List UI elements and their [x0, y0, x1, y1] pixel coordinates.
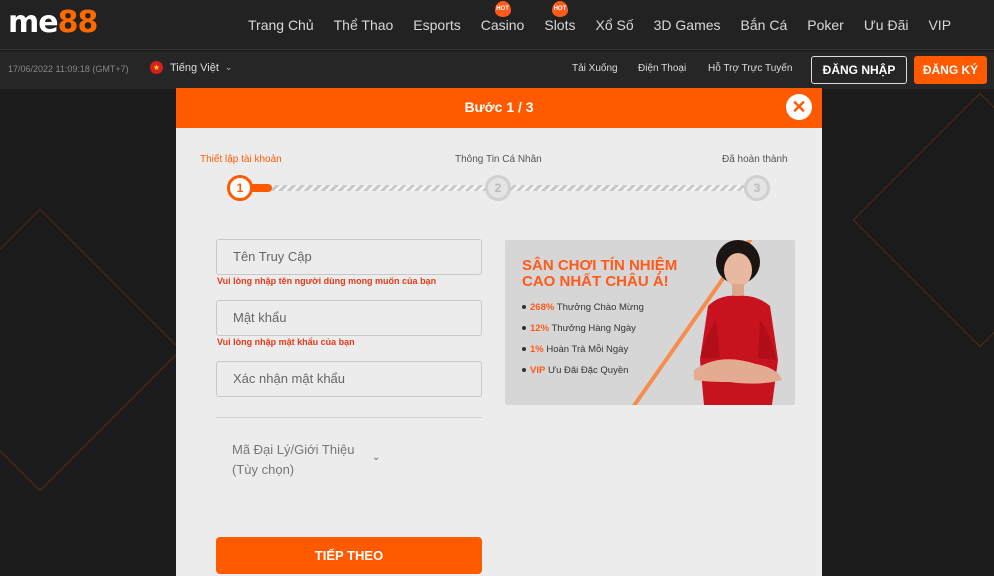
- form-divider: [216, 417, 482, 418]
- step-dot-2: 2: [485, 175, 511, 201]
- promo-banner: SÂN CHƠI TÍN NHIỆM CAO NHẤT CHÂU Á! 268%…: [505, 240, 795, 405]
- password-hint: Vui lòng nhập mật khẩu của bạn: [217, 337, 355, 347]
- step-label-personal-info: Thông Tin Cá Nhân: [455, 154, 542, 165]
- nav-item-casino[interactable]: HOT Casino: [480, 1, 525, 33]
- bullet-icon: [522, 347, 526, 352]
- login-button[interactable]: ĐĂNG NHẬP: [811, 56, 907, 84]
- bullet-icon: [522, 305, 526, 310]
- modal-header: Bước 1 / 3 ✕: [176, 88, 822, 128]
- chevron-down-icon: ⌄: [224, 62, 233, 72]
- background-decor-line: [852, 92, 994, 348]
- chevron-down-icon[interactable]: ⌄: [372, 452, 380, 463]
- agent-code-dropdown[interactable]: Mã Đại Lý/Giới Thiệu (Tùy chọn): [232, 440, 354, 480]
- bullet-icon: [522, 368, 526, 373]
- step-label-completed: Đã hoàn thành: [722, 154, 788, 165]
- nav-item-promotions[interactable]: Ưu Đãi: [864, 17, 909, 33]
- nav-item-3d-games[interactable]: 3D Games: [654, 17, 721, 33]
- nav-item-vip[interactable]: VIP: [928, 17, 951, 33]
- step-dot-1: 1: [227, 175, 253, 201]
- promo-item: 268% Thưởng Chào Mừng: [522, 302, 644, 313]
- promo-item: 1% Hoàn Trả Mỗi Ngày: [522, 344, 644, 355]
- nav-item-poker[interactable]: Poker: [807, 17, 844, 33]
- bullet-icon: [522, 326, 526, 331]
- download-link[interactable]: Tải Xuống: [572, 63, 618, 74]
- next-button[interactable]: TIẾP THEO: [216, 537, 482, 574]
- current-datetime: 17/06/2022 11:09:18 (GMT+7): [8, 64, 129, 74]
- signup-button[interactable]: ĐĂNG KÝ: [914, 56, 987, 84]
- top-navbar: me88 Trang Chủ Thể Thao Esports HOT Casin…: [0, 0, 994, 50]
- promo-model-image: [694, 240, 782, 405]
- nav-label: Casino: [480, 17, 525, 33]
- close-icon[interactable]: ✕: [786, 94, 812, 120]
- promo-text: Thưởng Hàng Ngày: [551, 323, 636, 334]
- promo-highlight: VIP: [530, 365, 546, 376]
- username-hint: Vui lòng nhập tên người dùng mong muốn c…: [217, 276, 437, 286]
- promo-highlight: 12%: [530, 323, 550, 334]
- nav-label: Esports: [413, 17, 461, 33]
- main-nav: Trang Chủ Thể Thao Esports HOT Casino HOT…: [248, 0, 971, 50]
- promo-list: 268% Thưởng Chào Mừng 12% Thưởng Hàng Ng…: [522, 302, 644, 386]
- promo-headline-line2: CAO NHẤT CHÂU Á!: [522, 273, 669, 290]
- step-dot-3: 3: [744, 175, 770, 201]
- mobile-link[interactable]: Điện Thoại: [638, 63, 686, 74]
- nav-label: Thể Thao: [333, 17, 394, 33]
- registration-modal: Bước 1 / 3 ✕ Thiết lập tài khoản Thông T…: [176, 88, 822, 576]
- nav-label: Slots: [544, 17, 576, 33]
- promo-item: 12% Thưởng Hàng Ngày: [522, 323, 644, 334]
- logo-text-88: 88: [57, 5, 99, 40]
- promo-text: Hoàn Trả Mỗi Ngày: [546, 344, 629, 355]
- nav-label: Ưu Đãi: [863, 17, 909, 33]
- promo-headline: SÂN CHƠI TÍN NHIỆM CAO NHẤT CHÂU Á!: [522, 258, 677, 290]
- vietnam-flag-icon: ★: [150, 61, 163, 74]
- nav-label: VIP: [928, 17, 952, 33]
- promo-highlight: 1%: [530, 344, 544, 355]
- username-input[interactable]: Tên Truy Cập: [216, 239, 482, 275]
- promo-text: Ưu Đãi Đặc Quyền: [547, 365, 629, 376]
- nav-item-fishing[interactable]: Bắn Cá: [741, 17, 788, 33]
- nav-label: Bắn Cá: [740, 17, 788, 33]
- nav-item-home[interactable]: Trang Chủ: [248, 17, 314, 33]
- nav-item-sports[interactable]: Thể Thao: [334, 17, 394, 33]
- nav-item-lottery[interactable]: Xổ Số: [595, 17, 633, 33]
- nav-label: Poker: [807, 17, 844, 33]
- modal-title: Bước 1 / 3: [464, 99, 534, 115]
- site-logo[interactable]: me88: [8, 5, 99, 40]
- language-selector[interactable]: ★ Tiếng Việt ⌄: [150, 61, 232, 74]
- agent-code-optional: (Tùy chọn): [232, 462, 295, 477]
- password-input[interactable]: Mật khẩu: [216, 300, 482, 336]
- language-label: Tiếng Việt: [170, 61, 219, 74]
- nav-label: 3D Games: [653, 17, 721, 33]
- confirm-password-input[interactable]: Xác nhận mật khẩu: [216, 361, 482, 397]
- nav-item-slots[interactable]: HOT Slots: [544, 1, 576, 33]
- agent-code-label: Mã Đại Lý/Giới Thiệu: [232, 442, 355, 457]
- nav-label: Trang Chủ: [248, 17, 314, 33]
- promo-highlight: 268%: [530, 302, 555, 313]
- nav-item-esports[interactable]: Esports: [413, 17, 460, 33]
- promo-headline-line1: SÂN CHƠI TÍN NHIỆM: [522, 257, 678, 274]
- background-decor-line: [0, 208, 182, 492]
- hot-badge-icon: HOT: [494, 1, 511, 17]
- nav-label: Xổ Số: [595, 17, 634, 33]
- step-label-account: Thiết lập tài khoản: [200, 154, 282, 165]
- logo-text-me: me: [8, 5, 59, 40]
- promo-text: Thưởng Chào Mừng: [556, 302, 644, 313]
- promo-item: VIP Ưu Đãi Đặc Quyền: [522, 365, 644, 376]
- live-support-link[interactable]: Hỗ Trợ Trực Tuyến: [708, 63, 792, 74]
- hot-badge-icon: HOT: [551, 1, 568, 17]
